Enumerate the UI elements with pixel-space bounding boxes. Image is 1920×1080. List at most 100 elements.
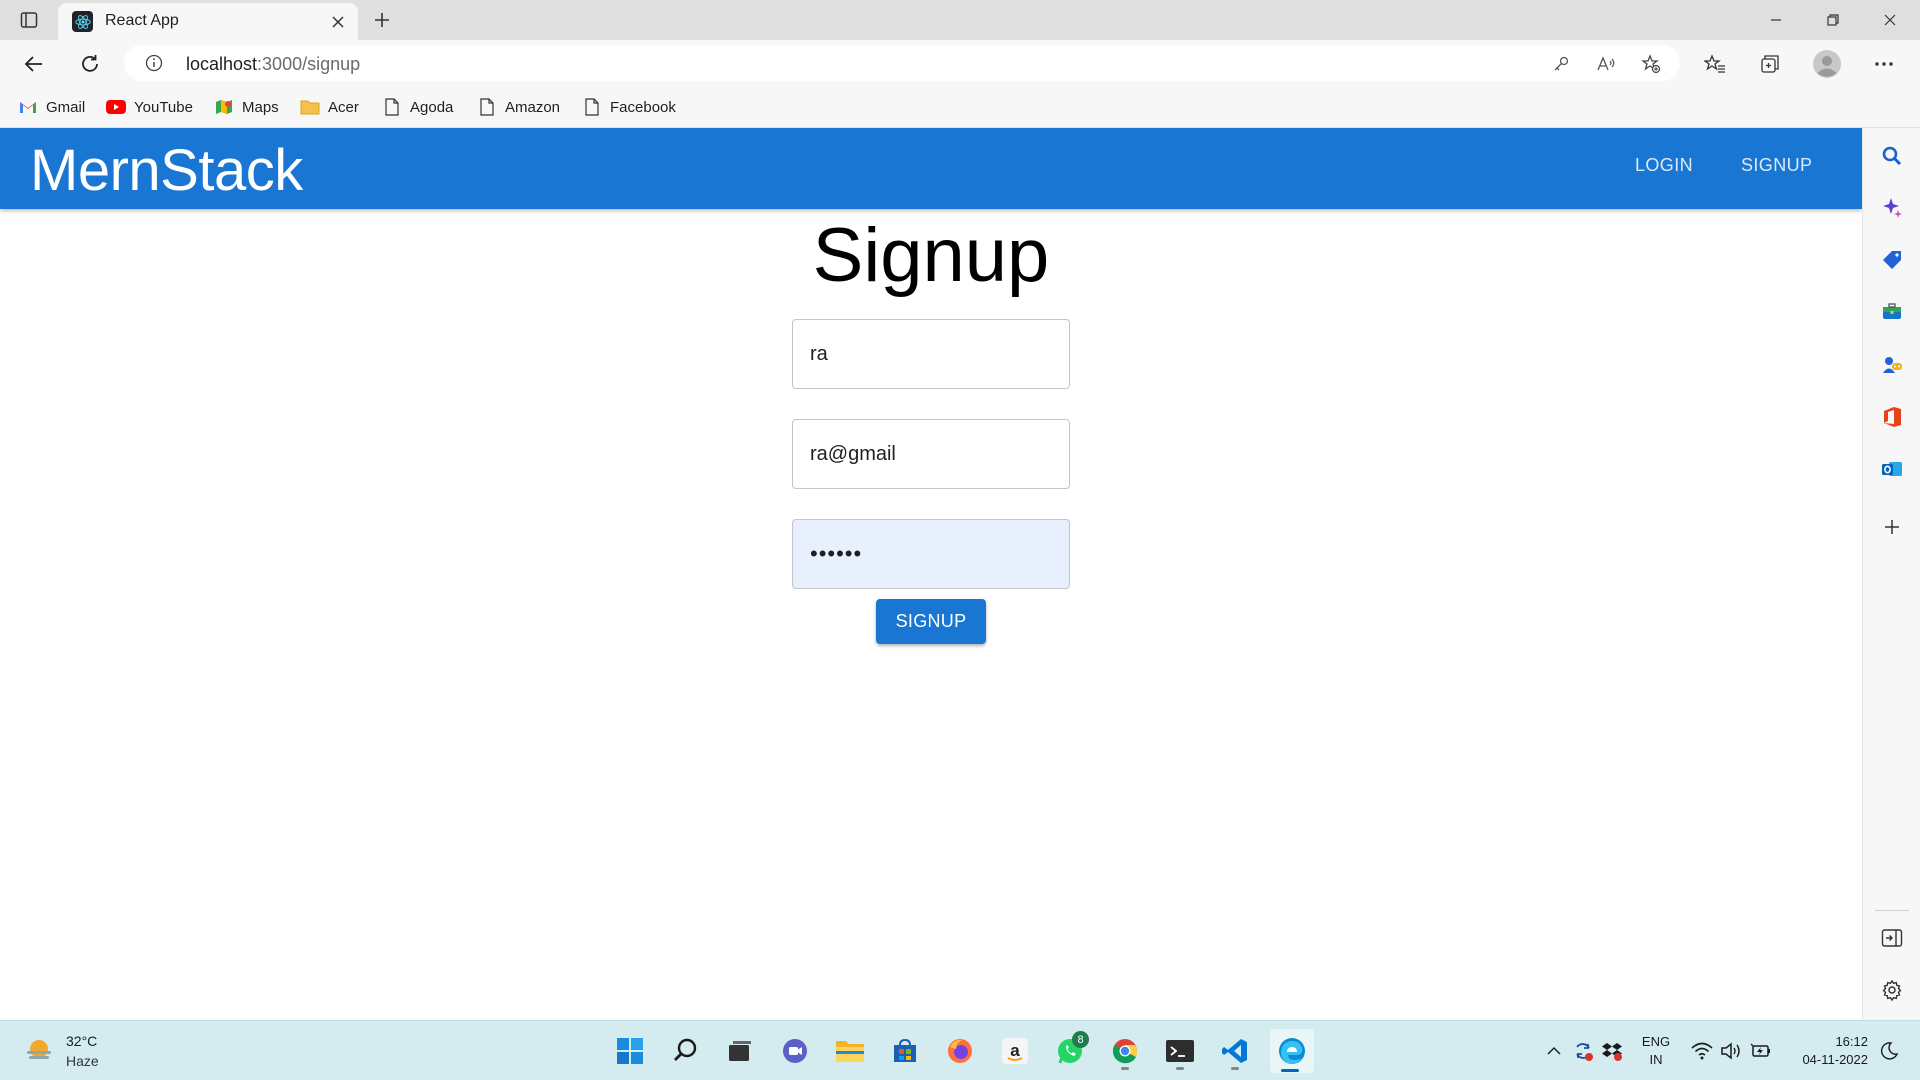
bookmark-label: Facebook xyxy=(610,98,676,116)
close-window-icon[interactable] xyxy=(1862,0,1918,40)
file-explorer-icon[interactable] xyxy=(830,1031,870,1071)
running-indicator xyxy=(1176,1067,1184,1070)
browser-toolbar: localhost:3000/signup xyxy=(0,40,1920,86)
volume-icon[interactable] xyxy=(1719,1039,1743,1063)
tools-briefcase-icon[interactable] xyxy=(1880,300,1904,324)
email-input[interactable]: ra@gmail xyxy=(792,419,1070,489)
add-favorite-icon[interactable] xyxy=(1640,53,1662,75)
bookmark-acer[interactable]: Acer xyxy=(300,95,359,119)
bookmark-label: YouTube xyxy=(134,98,193,116)
settings-gear-icon[interactable] xyxy=(1880,978,1904,1002)
more-options-icon[interactable] xyxy=(1867,47,1901,81)
vscode-icon[interactable] xyxy=(1215,1031,1255,1071)
bookmark-maps[interactable]: Maps xyxy=(214,95,279,119)
bookmark-youtube[interactable]: YouTube xyxy=(106,95,193,119)
active-indicator xyxy=(1281,1069,1299,1072)
whatsapp-unread-badge: 8 xyxy=(1072,1031,1089,1048)
signup-submit-button[interactable]: SIGNUP xyxy=(876,599,986,644)
weather-temperature: 32°C xyxy=(66,1033,98,1049)
edge-sidebar xyxy=(1862,128,1920,1020)
site-info-icon[interactable] xyxy=(144,53,164,73)
maps-icon xyxy=(214,97,234,117)
chrome-icon[interactable] xyxy=(1105,1031,1145,1071)
hide-sidebar-icon[interactable] xyxy=(1880,926,1904,950)
browser-title-bar: React App xyxy=(0,0,1920,40)
bookmarks-bar: Gmail YouTube Maps Acer Agoda Amazon Fac… xyxy=(0,86,1920,128)
microsoft-store-icon[interactable] xyxy=(885,1031,925,1071)
sidebar-divider xyxy=(1875,910,1909,911)
gmail-icon xyxy=(18,97,38,117)
notifications-moon-icon[interactable] xyxy=(1877,1039,1901,1063)
clock-date: 04-11-2022 xyxy=(1802,1052,1868,1067)
page-title: Signup xyxy=(812,213,1050,298)
read-aloud-icon[interactable] xyxy=(1595,53,1617,75)
amazon-icon[interactable]: a xyxy=(995,1031,1035,1071)
firefox-icon[interactable] xyxy=(940,1031,980,1071)
key-icon[interactable] xyxy=(1550,53,1572,75)
whatsapp-icon[interactable]: 8 xyxy=(1050,1031,1090,1071)
svg-text:a: a xyxy=(1010,1041,1020,1060)
add-sidebar-icon[interactable] xyxy=(1880,515,1904,539)
bookmark-gmail[interactable]: Gmail xyxy=(18,95,85,119)
nav-signup-button[interactable]: SIGNUP xyxy=(1741,155,1812,176)
refresh-icon[interactable] xyxy=(73,47,107,81)
task-view-icon[interactable] xyxy=(720,1031,760,1071)
region-code: IN xyxy=(1649,1052,1663,1067)
collections-icon[interactable] xyxy=(1753,47,1787,81)
windows-taskbar: 32°C Haze a 8 ENG IN 16:12 04-11-2022 xyxy=(0,1020,1920,1080)
page-icon xyxy=(477,97,497,117)
sync-icon[interactable] xyxy=(1571,1039,1595,1063)
dropbox-icon[interactable] xyxy=(1600,1039,1624,1063)
shopping-tag-icon[interactable] xyxy=(1880,248,1904,272)
tab-actions-button[interactable] xyxy=(14,8,44,32)
discover-sparkle-icon[interactable] xyxy=(1880,195,1904,219)
name-input[interactable]: ra xyxy=(792,319,1070,389)
teams-chat-icon[interactable] xyxy=(775,1031,815,1071)
edge-browser-icon[interactable] xyxy=(1270,1029,1314,1073)
show-hidden-icons-chevron-icon[interactable] xyxy=(1542,1039,1566,1063)
nav-login-button[interactable]: LOGIN xyxy=(1635,155,1693,176)
wifi-icon[interactable] xyxy=(1690,1039,1714,1063)
profile-avatar[interactable] xyxy=(1810,47,1844,81)
battery-icon[interactable] xyxy=(1749,1039,1773,1063)
terminal-icon[interactable] xyxy=(1160,1031,1200,1071)
page-icon xyxy=(582,97,602,117)
bookmark-facebook[interactable]: Facebook xyxy=(582,95,676,119)
tab-title: React App xyxy=(105,12,179,29)
bookmark-label: Agoda xyxy=(410,98,454,116)
minimize-icon[interactable] xyxy=(1748,0,1804,40)
bookmark-label: Maps xyxy=(242,98,279,116)
url-path: :3000/signup xyxy=(257,54,361,74)
bookmark-label: Gmail xyxy=(46,98,86,116)
new-tab-icon[interactable] xyxy=(368,6,396,34)
games-icon[interactable] xyxy=(1880,352,1904,376)
folder-icon xyxy=(300,97,320,117)
favorites-icon[interactable] xyxy=(1698,47,1732,81)
weather-haze-icon[interactable] xyxy=(24,1035,54,1065)
page-icon xyxy=(382,97,402,117)
url-text: localhost:3000/signup xyxy=(186,54,360,75)
bookmark-label: Amazon xyxy=(505,98,561,116)
clock-time: 16:12 xyxy=(1835,1034,1868,1049)
restore-icon[interactable] xyxy=(1805,0,1861,40)
running-indicator xyxy=(1121,1067,1129,1070)
office-icon[interactable] xyxy=(1880,405,1904,429)
system-clock[interactable]: 16:12 04-11-2022 xyxy=(1788,1033,1868,1069)
password-input[interactable]: •••••• xyxy=(792,519,1070,589)
tab-actions-icon xyxy=(20,12,38,28)
react-icon xyxy=(72,11,93,32)
start-windows-icon[interactable] xyxy=(610,1031,650,1071)
close-tab-icon[interactable] xyxy=(328,12,348,32)
weather-condition: Haze xyxy=(66,1053,99,1069)
back-arrow-icon[interactable] xyxy=(17,47,51,81)
taskbar-search-icon[interactable] xyxy=(666,1031,706,1071)
browser-tab[interactable]: React App xyxy=(58,3,358,40)
running-indicator xyxy=(1231,1067,1239,1070)
search-icon[interactable] xyxy=(1880,144,1904,168)
outlook-icon[interactable] xyxy=(1880,457,1904,481)
address-bar[interactable]: localhost:3000/signup xyxy=(124,45,1680,81)
bookmark-amazon[interactable]: Amazon xyxy=(477,95,560,119)
language-indicator[interactable]: ENG IN xyxy=(1641,1033,1671,1069)
bookmark-agoda[interactable]: Agoda xyxy=(382,95,453,119)
brand-logo[interactable]: MernStack xyxy=(30,137,303,204)
